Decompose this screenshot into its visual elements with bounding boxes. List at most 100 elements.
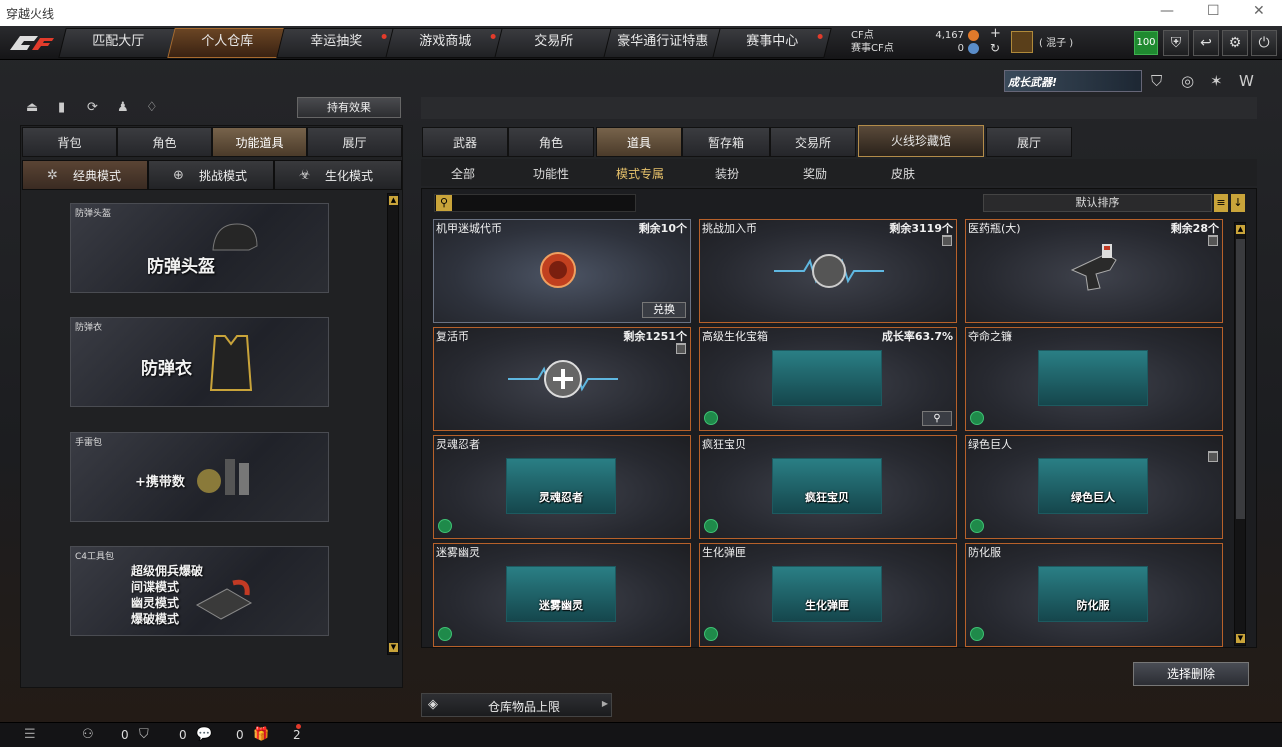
history-icon[interactable]: ⟳ bbox=[87, 100, 98, 115]
trash-icon[interactable] bbox=[1208, 235, 1218, 246]
zoom-icon[interactable]: ⚲ bbox=[922, 411, 952, 426]
sort-dropdown[interactable]: 默认排序 bbox=[983, 194, 1212, 212]
trash-icon[interactable] bbox=[942, 235, 952, 246]
badge-w-icon[interactable]: W bbox=[1239, 72, 1254, 90]
mode-challenge[interactable]: ⊕ 挑战模式 bbox=[148, 160, 274, 190]
footer-bar: ☰ ⚇ 0 ⛉ 0 💬 0 🎁 2 bbox=[0, 722, 1282, 747]
power-button[interactable]: ⏻ bbox=[1251, 30, 1277, 56]
friends-icon[interactable]: ⚇ bbox=[82, 727, 94, 742]
tab-props[interactable]: 道具 bbox=[596, 127, 682, 157]
card-bio-chest[interactable]: 高级生化宝箱 成长率63.7% ⚲ bbox=[699, 327, 957, 431]
top-nav: 匹配大厅 个人仓库 幸运抽奖 游戏商城 交易所 豪华通行证特惠 赛事中心 bbox=[0, 26, 1282, 60]
tab-stash[interactable]: 暂存箱 bbox=[682, 127, 770, 157]
filter-mode-exclusive[interactable]: 模式专属 bbox=[616, 165, 664, 182]
tab-exchange[interactable]: 交易所 bbox=[494, 28, 614, 58]
scroll-down-icon[interactable]: ▼ bbox=[1236, 634, 1245, 643]
tab-personal-storage[interactable]: 个人仓库 bbox=[167, 28, 287, 58]
clan-icon[interactable]: ⛉ bbox=[139, 727, 149, 742]
card-bio-magazine[interactable]: 生化弹匣 生化弹匣 bbox=[699, 543, 957, 647]
card-medkit-large[interactable]: 医药瓶(大) 剩余28个 bbox=[965, 219, 1223, 323]
user-icon[interactable]: ♟ bbox=[117, 100, 129, 115]
tab-market[interactable]: 交易所 bbox=[770, 127, 856, 157]
card-green-giant[interactable]: 绿色巨人 绿色巨人 bbox=[965, 435, 1223, 539]
maximize-icon[interactable]: ☐ bbox=[1207, 3, 1220, 19]
list-view-icon[interactable]: ≡ bbox=[1214, 194, 1228, 212]
effects-button[interactable]: 持有效果 bbox=[297, 97, 401, 118]
toggle-off-icon[interactable]: ⏏ bbox=[26, 100, 38, 115]
notify-dot-icon bbox=[490, 34, 496, 39]
item-armor[interactable]: 防弹衣 防弹衣 bbox=[70, 317, 329, 407]
chat-icon[interactable]: 💬 bbox=[196, 727, 212, 742]
scroll-thumb[interactable] bbox=[1236, 239, 1245, 519]
redeem-button[interactable]: 兑换 bbox=[642, 302, 686, 318]
filter-skin[interactable]: 皮肤 bbox=[891, 165, 915, 182]
filter-cosmetic[interactable]: 装扮 bbox=[715, 165, 739, 182]
card-crazy-baby[interactable]: 疯狂宝贝 疯狂宝贝 bbox=[699, 435, 957, 539]
card-challenge-coin[interactable]: 挑战加入币 剩余3119个 bbox=[699, 219, 957, 323]
trash-icon[interactable] bbox=[676, 343, 686, 354]
card-mecha-token[interactable]: 机甲迷城代币 剩余10个 兑换 bbox=[433, 219, 691, 323]
search-input[interactable]: ⚲ bbox=[434, 194, 636, 212]
mode-classic[interactable]: ✲ 经典模式 bbox=[22, 160, 148, 190]
green-giant-image: 绿色巨人 bbox=[1038, 458, 1148, 514]
scroll-up-icon[interactable]: ▲ bbox=[1236, 225, 1245, 234]
tab-backpack[interactable]: 背包 bbox=[22, 127, 117, 157]
card-death-scythe[interactable]: 夺命之镰 bbox=[965, 327, 1223, 431]
avatar[interactable] bbox=[1011, 31, 1033, 53]
tab-lucky-draw[interactable]: 幸运抽奖 bbox=[276, 28, 396, 58]
title-bar: 穿越火线 — ☐ ✕ bbox=[0, 0, 1282, 26]
storage-limit-bar[interactable]: ◈ 仓库物品上限 ▶ bbox=[421, 693, 612, 717]
settings-button[interactable]: ⚙ bbox=[1222, 30, 1248, 56]
stats-icon[interactable]: ▮ bbox=[58, 100, 65, 115]
shield-button[interactable]: ⛨ bbox=[1163, 30, 1189, 56]
item-helmet[interactable]: 防弹头盔 防弹头盔 bbox=[70, 203, 329, 293]
card-mist-ghost[interactable]: 迷雾幽灵 迷雾幽灵 bbox=[433, 543, 691, 647]
select-delete-button[interactable]: 选择删除 bbox=[1133, 662, 1249, 686]
bio-tag-icon bbox=[438, 519, 452, 533]
notify-dot-icon bbox=[817, 34, 823, 39]
tab-weapons[interactable]: 武器 bbox=[422, 127, 508, 157]
tab-event-center[interactable]: 赛事中心 bbox=[712, 28, 832, 58]
tab-gallery[interactable]: 展厅 bbox=[986, 127, 1072, 157]
tab-showroom[interactable]: 展厅 bbox=[307, 127, 402, 157]
left-scrollbar[interactable]: ▲ ▼ bbox=[387, 193, 399, 655]
tab-character[interactable]: 角色 bbox=[117, 127, 212, 157]
pulse-coin-icon bbox=[774, 254, 884, 288]
growth-weapon-banner[interactable]: 成长武器! bbox=[1004, 70, 1142, 92]
filter-all[interactable]: 全部 bbox=[451, 165, 475, 182]
menu-icon[interactable]: ☰ bbox=[24, 727, 36, 742]
badge-shield-icon[interactable]: ⛉ bbox=[1151, 72, 1162, 90]
card-soul-ninja[interactable]: 灵魂忍者 灵魂忍者 bbox=[433, 435, 691, 539]
bio-tag-icon bbox=[704, 627, 718, 641]
item-grenade-pack[interactable]: 手雷包 +携带数 bbox=[70, 432, 329, 522]
tab-game-shop[interactable]: 游戏商城 bbox=[385, 28, 505, 58]
tab-cf-collection[interactable]: 火线珍藏馆 bbox=[858, 125, 984, 157]
match-cf-label: 赛事CF点 bbox=[851, 43, 894, 54]
tab-luxury-pass[interactable]: 豪华通行证特惠 bbox=[603, 28, 723, 58]
badge-target-icon[interactable]: ◎ bbox=[1181, 72, 1194, 90]
tab-match-lobby[interactable]: 匹配大厅 bbox=[58, 28, 178, 58]
card-hazmat-suit[interactable]: 防化服 防化服 bbox=[965, 543, 1223, 647]
gift-icon[interactable]: 🎁 bbox=[253, 727, 269, 742]
minimize-icon[interactable]: — bbox=[1160, 3, 1174, 19]
card-revive-coin[interactable]: 复活币 剩余1251个 bbox=[433, 327, 691, 431]
bag-icon[interactable]: ♢ bbox=[146, 100, 158, 115]
tab-function-items[interactable]: 功能道具 bbox=[212, 127, 307, 157]
close-icon[interactable]: ✕ bbox=[1253, 3, 1265, 19]
tab-roles[interactable]: 角色 bbox=[508, 127, 594, 157]
filter-functional[interactable]: 功能性 bbox=[533, 165, 569, 182]
return-button[interactable]: ↩ bbox=[1193, 30, 1219, 56]
right-scrollbar[interactable]: ▲ ▼ bbox=[1234, 222, 1246, 646]
scroll-up-icon[interactable]: ▲ bbox=[389, 196, 398, 205]
scroll-down-icon[interactable]: ▼ bbox=[389, 643, 398, 652]
sort-order-icon[interactable]: ↓ bbox=[1231, 194, 1245, 212]
grenade-icon bbox=[197, 459, 249, 495]
item-c4-kit[interactable]: C4工具包 超级佣兵爆破 间谍模式 幽灵模式 爆破模式 bbox=[70, 546, 329, 636]
add-icon[interactable]: + bbox=[990, 27, 1001, 40]
badge-wings-icon[interactable]: ✶ bbox=[1210, 72, 1223, 90]
filter-reward[interactable]: 奖励 bbox=[803, 165, 827, 182]
c4-icon bbox=[195, 579, 253, 620]
trash-icon[interactable] bbox=[1208, 451, 1218, 462]
mode-biohazard[interactable]: ☣ 生化模式 bbox=[274, 160, 402, 190]
refresh-icon[interactable]: ↻ bbox=[990, 42, 1000, 54]
